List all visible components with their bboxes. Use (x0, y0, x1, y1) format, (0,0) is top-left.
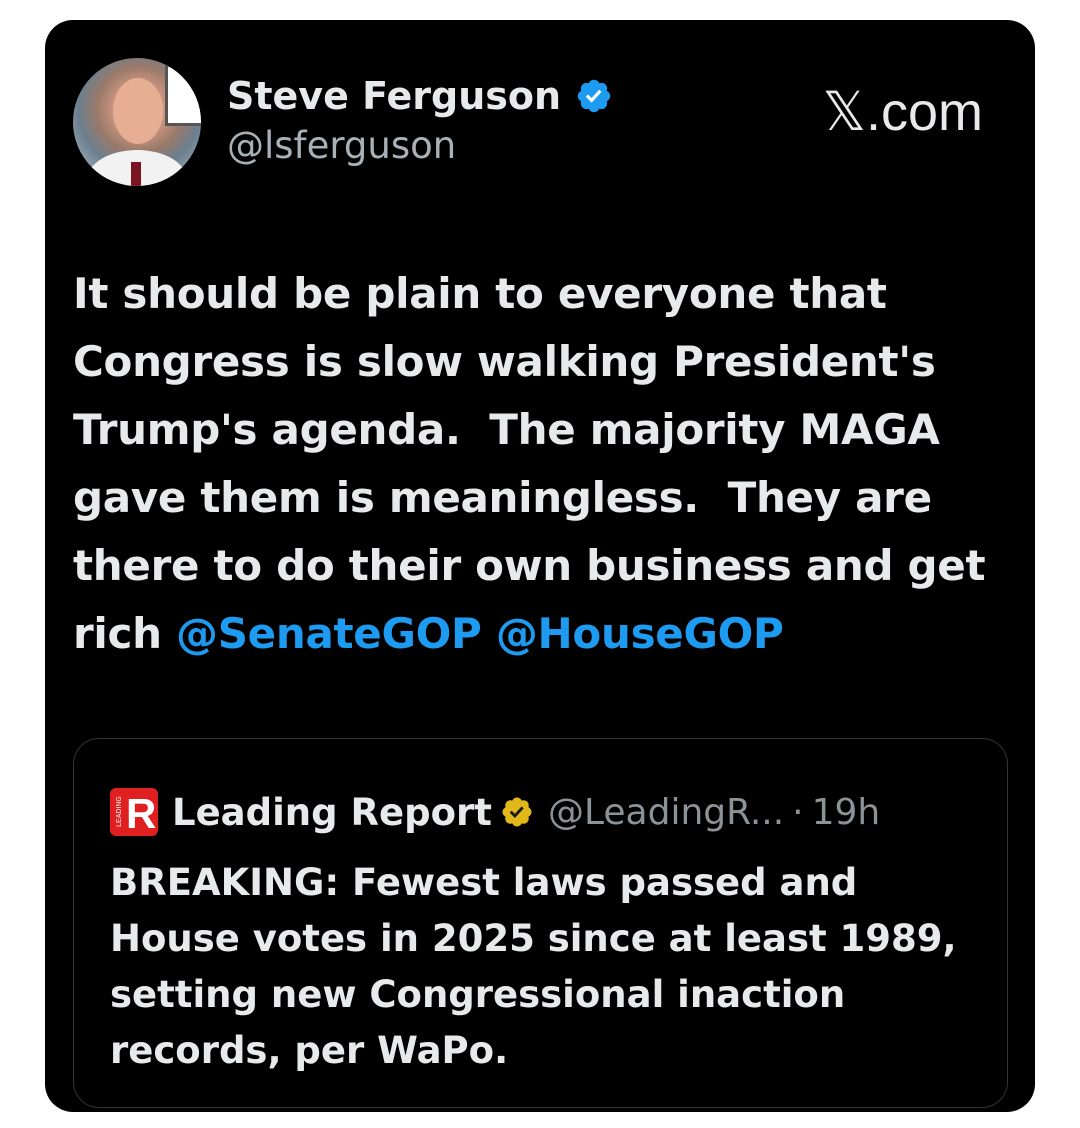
x-com-logo: 𝕏.com (822, 80, 983, 143)
tweet-body: It should be plain to everyone that Cong… (73, 269, 1000, 658)
logo-letter: R (126, 790, 157, 836)
quoted-tweet-text: BREAKING: Fewest laws passed and House v… (110, 861, 970, 1072)
author-avatar[interactable] (73, 58, 201, 186)
mention-senate-gop[interactable]: @SenateGOP (176, 609, 482, 658)
mention-house-gop[interactable]: @HouseGOP (496, 609, 784, 658)
separator-dot: · (792, 791, 804, 833)
quoted-tweet-timestamp[interactable]: 19h (812, 792, 881, 833)
quoted-tweet-card[interactable]: LEADING R Leading Report @LeadingR... · … (73, 738, 1008, 1108)
x-logo-icon: 𝕏 (822, 82, 866, 142)
x-logo-suffix: .com (865, 82, 983, 142)
avatar-tie (131, 162, 141, 186)
avatar-background-frame (165, 64, 201, 126)
logo-side-text: LEADING (115, 796, 123, 827)
gold-verified-badge-icon (502, 797, 532, 827)
tweet-text: It should be plain to everyone that Cong… (73, 260, 1008, 668)
avatar-face (113, 78, 163, 144)
leading-report-logo-icon: LEADING R (110, 788, 158, 836)
verified-badge-icon (577, 79, 611, 113)
author-name[interactable]: Steve Ferguson (227, 74, 561, 118)
quoted-author-name[interactable]: Leading Report (172, 791, 492, 834)
author-name-row[interactable]: Steve Ferguson (227, 74, 613, 118)
quoted-author-handle[interactable]: @LeadingR... (548, 792, 784, 833)
tweet-card: Steve Ferguson @lsferguson 𝕏.com It shou… (45, 20, 1035, 1112)
quoted-tweet-header: LEADING R Leading Report @LeadingR... · … (110, 787, 880, 837)
author-handle[interactable]: @lsferguson (227, 124, 456, 167)
